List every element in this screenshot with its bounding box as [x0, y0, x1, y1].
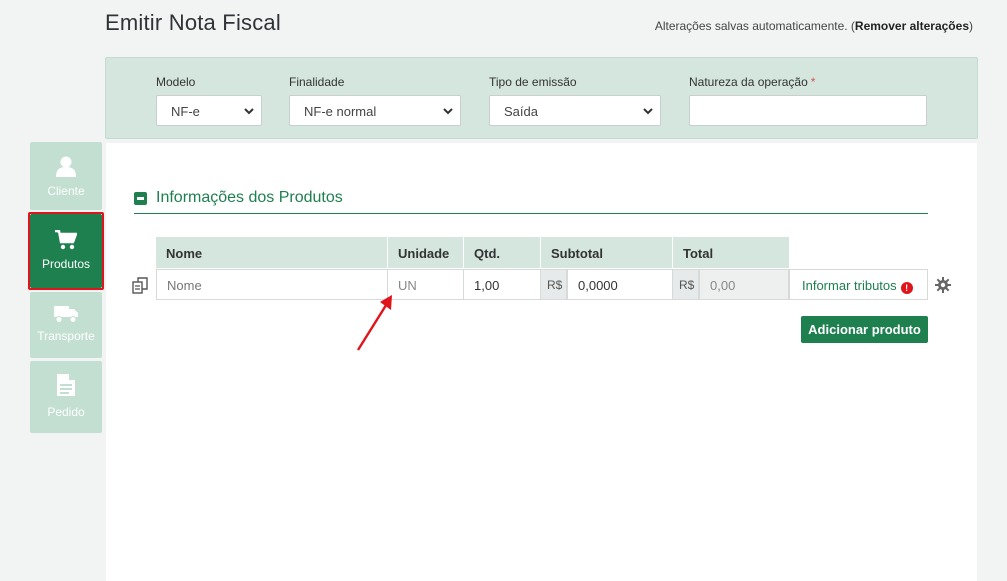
chevron-down-icon [244, 108, 254, 115]
user-icon [56, 156, 76, 177]
annotation-arrow-icon [356, 295, 392, 351]
finalidade-select[interactable]: NF-e normal [289, 95, 461, 126]
modelo-select[interactable]: NF-e [156, 95, 262, 126]
sidebar-item-transporte[interactable]: Transporte [30, 292, 102, 358]
natureza-label: Natureza da operação * [689, 75, 815, 89]
active-tab-highlight [28, 212, 104, 290]
natureza-input[interactable] [689, 95, 927, 126]
required-mark: * [810, 75, 816, 89]
gear-icon[interactable] [935, 277, 951, 293]
autosave-close: ) [969, 19, 973, 33]
autosave-status: Alterações salvas automaticamente. (Remo… [655, 19, 973, 33]
section-title: Informações dos Produtos [156, 189, 343, 206]
tipo-emissao-select[interactable]: Saída [489, 95, 661, 126]
finalidade-value: NF-e normal [304, 104, 377, 119]
tipo-emissao-value: Saída [504, 104, 538, 119]
quantity-input[interactable]: 1,00 [463, 269, 541, 300]
natureza-label-text: Natureza da operação [689, 75, 808, 89]
col-header-qtd: Qtd. [464, 237, 540, 268]
collapse-icon[interactable] [134, 192, 147, 205]
page-title: Emitir Nota Fiscal [105, 10, 281, 35]
chevron-down-icon [643, 108, 653, 115]
sidebar-item-label: Cliente [47, 184, 85, 198]
subtotal-currency: R$ [540, 269, 567, 300]
finalidade-label: Finalidade [289, 75, 345, 89]
inform-taxes-label: Informar tributos [802, 278, 897, 293]
inform-taxes-button[interactable]: Informar tributos! [789, 269, 928, 300]
total-value: 0,00 [699, 269, 789, 300]
truck-icon [54, 306, 78, 323]
copy-icon[interactable] [132, 277, 149, 294]
config-panel: Modelo NF-e Finalidade NF-e normal Tipo … [105, 57, 978, 139]
sidebar-item-cliente[interactable]: Cliente [30, 142, 102, 210]
modelo-value: NF-e [171, 104, 200, 119]
subtotal-input[interactable]: 0,0000 [567, 269, 673, 300]
col-header-total: Total [673, 237, 789, 268]
add-product-button[interactable]: Adicionar produto [801, 316, 928, 343]
chevron-down-icon [443, 108, 453, 115]
col-header-subtotal: Subtotal [541, 237, 672, 268]
col-header-unidade: Unidade [388, 237, 463, 268]
sidebar-item-label: Pedido [47, 405, 85, 419]
tipo-emissao-label: Tipo de emissão [489, 75, 577, 89]
sidebar-item-pedido[interactable]: Pedido [30, 361, 102, 433]
total-currency: R$ [672, 269, 699, 300]
modelo-label: Modelo [156, 75, 196, 89]
alert-icon: ! [900, 282, 913, 294]
products-section-header: Informações dos Produtos [134, 188, 928, 214]
document-icon [57, 374, 75, 396]
autosave-text: Alterações salvas automaticamente. ( [654, 19, 855, 33]
col-header-nome: Nome [156, 237, 387, 268]
remove-changes-link[interactable]: Remover alterações [855, 19, 969, 33]
sidebar-item-label: Transporte [37, 329, 95, 343]
